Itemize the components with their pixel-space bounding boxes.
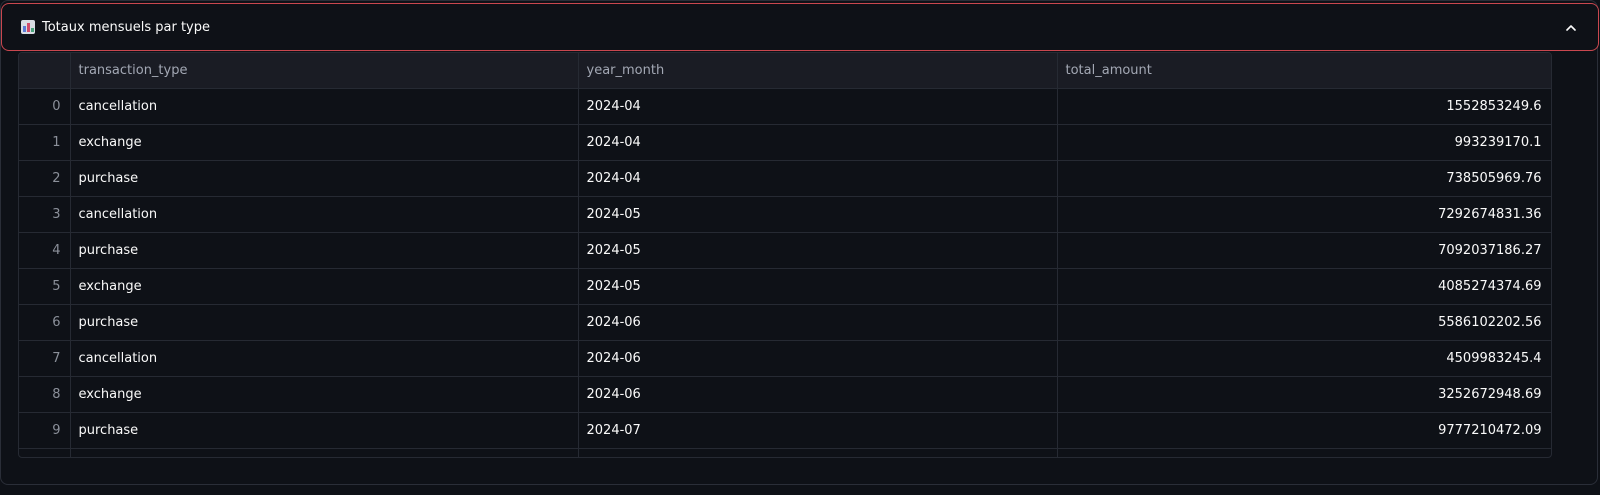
- expander-title: Totaux mensuels par type: [42, 19, 210, 35]
- transaction-type-cell[interactable]: cancellation: [70, 340, 579, 377]
- transaction-type-cell[interactable]: purchase: [70, 412, 579, 449]
- total-amount-cell[interactable]: 993239170.1: [1057, 124, 1551, 161]
- total-amount-cell[interactable]: 7092037186.27: [1057, 232, 1551, 269]
- year-month-cell[interactable]: 2024-05: [578, 196, 1058, 233]
- table-row[interactable]: 3 cancellation 2024-05 7292674831.36: [19, 196, 1551, 233]
- total-amount-cell[interactable]: 738505969.76: [1057, 160, 1551, 197]
- table-cell[interactable]: [19, 448, 71, 457]
- year-month-cell[interactable]: 2024-04: [578, 88, 1058, 125]
- table-row[interactable]: 4 purchase 2024-05 7092037186.27: [19, 232, 1551, 269]
- total-amount-cell[interactable]: 4085274374.69: [1057, 268, 1551, 305]
- year-month-cell[interactable]: 2024-06: [578, 340, 1058, 377]
- dataframe-table[interactable]: transaction_type year_month total_amount…: [18, 52, 1552, 458]
- table-row[interactable]: [19, 448, 1551, 457]
- total-amount-cell[interactable]: 4509983245.4: [1057, 340, 1551, 377]
- total-amount-cell[interactable]: 5586102202.56: [1057, 304, 1551, 341]
- transaction-type-cell[interactable]: exchange: [70, 268, 579, 305]
- total-amount-cell[interactable]: 7292674831.36: [1057, 196, 1551, 233]
- table-row[interactable]: 2 purchase 2024-04 738505969.76: [19, 160, 1551, 197]
- chevron-up-icon[interactable]: [1566, 22, 1576, 32]
- transaction-type-cell[interactable]: purchase: [70, 304, 579, 341]
- row-index-cell[interactable]: 2: [19, 160, 71, 197]
- transaction-type-cell[interactable]: cancellation: [70, 196, 579, 233]
- transaction-type-cell[interactable]: exchange: [70, 124, 579, 161]
- transaction-type-cell[interactable]: purchase: [70, 232, 579, 269]
- row-index-cell[interactable]: 0: [19, 88, 71, 125]
- expander-header[interactable]: Totaux mensuels par type: [1, 3, 1599, 51]
- table-cell[interactable]: [578, 448, 1058, 457]
- expander-panel: Totaux mensuels par type transaction_typ…: [0, 0, 1599, 485]
- table-row[interactable]: 6 purchase 2024-06 5586102202.56: [19, 304, 1551, 341]
- total-amount-cell[interactable]: 3252672948.69: [1057, 376, 1551, 413]
- row-index-cell[interactable]: 1: [19, 124, 71, 161]
- table-header-row: transaction_type year_month total_amount: [19, 53, 1551, 89]
- table-row[interactable]: 9 purchase 2024-07 9777210472.09: [19, 412, 1551, 449]
- row-index-cell[interactable]: 4: [19, 232, 71, 269]
- column-header-transaction-type[interactable]: transaction_type: [70, 53, 579, 89]
- row-index-cell[interactable]: 6: [19, 304, 71, 341]
- column-header-index: [19, 53, 71, 89]
- table-body: 0 cancellation 2024-04 1552853249.6 1 exchang…: [19, 88, 1551, 457]
- row-index-cell[interactable]: 3: [19, 196, 71, 233]
- year-month-cell[interactable]: 2024-07: [578, 412, 1058, 449]
- year-month-cell[interactable]: 2024-04: [578, 124, 1058, 161]
- transaction-type-cell[interactable]: cancellation: [70, 88, 579, 125]
- transaction-type-cell[interactable]: exchange: [70, 376, 579, 413]
- total-amount-cell[interactable]: 1552853249.6: [1057, 88, 1551, 125]
- row-index-cell[interactable]: 9: [19, 412, 71, 449]
- year-month-cell[interactable]: 2024-06: [578, 304, 1058, 341]
- bar-chart-icon: [21, 20, 35, 34]
- table-row[interactable]: 8 exchange 2024-06 3252672948.69: [19, 376, 1551, 413]
- column-header-year-month[interactable]: year_month: [578, 53, 1058, 89]
- year-month-cell[interactable]: 2024-06: [578, 376, 1058, 413]
- table-row[interactable]: 5 exchange 2024-05 4085274374.69: [19, 268, 1551, 305]
- transaction-type-cell[interactable]: purchase: [70, 160, 579, 197]
- table-row[interactable]: 1 exchange 2024-04 993239170.1: [19, 124, 1551, 161]
- column-header-total-amount[interactable]: total_amount: [1057, 53, 1551, 89]
- total-amount-cell[interactable]: 9777210472.09: [1057, 412, 1551, 449]
- year-month-cell[interactable]: 2024-04: [578, 160, 1058, 197]
- table-cell[interactable]: [70, 448, 579, 457]
- year-month-cell[interactable]: 2024-05: [578, 268, 1058, 305]
- table-cell[interactable]: [1057, 448, 1551, 457]
- year-month-cell[interactable]: 2024-05: [578, 232, 1058, 269]
- table-row[interactable]: 7 cancellation 2024-06 4509983245.4: [19, 340, 1551, 377]
- row-index-cell[interactable]: 7: [19, 340, 71, 377]
- row-index-cell[interactable]: 8: [19, 376, 71, 413]
- table-row[interactable]: 0 cancellation 2024-04 1552853249.6: [19, 88, 1551, 125]
- row-index-cell[interactable]: 5: [19, 268, 71, 305]
